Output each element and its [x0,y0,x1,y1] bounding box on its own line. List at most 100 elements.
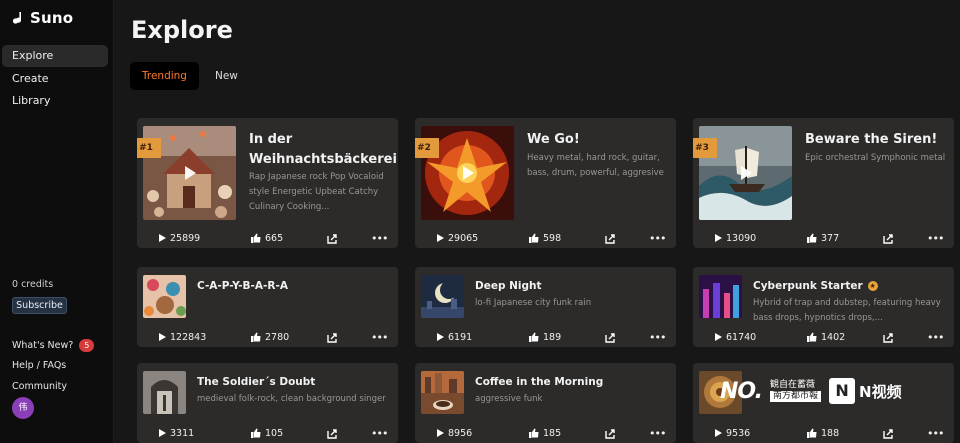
sidebar-item-library[interactable]: Library [2,90,108,112]
song-card[interactable]: #3 Beware the Siren! Epic orchestral Sym… [693,118,954,248]
more-button[interactable]: ••• [649,228,666,248]
tab-trending[interactable]: Trending [130,62,199,90]
share-button[interactable] [883,423,894,443]
like-count[interactable]: 1402 [807,327,845,347]
like-count[interactable]: 105 [251,423,283,443]
share-button[interactable] [605,327,616,347]
song-stats: 25899 665 ••• [137,228,398,248]
sidebar-footer: What's New? 5 Help / FAQs Community [12,335,95,397]
song-cover[interactable] [421,275,464,318]
whats-new-link[interactable]: What's New? 5 [12,335,95,356]
song-cover[interactable] [421,371,464,414]
more-button[interactable]: ••• [927,327,944,347]
song-title[interactable]: The Soldier´s Doubt [197,376,392,388]
avatar[interactable]: 伟 [12,397,34,419]
play-icon [462,166,474,180]
like-count[interactable]: 2780 [251,327,289,347]
song-stats: 8956 185 ••• [415,423,676,443]
play-count-value: 13090 [726,232,757,244]
like-count[interactable]: 185 [529,423,561,443]
help-faqs-label: Help / FAQs [12,360,67,372]
share-button[interactable] [327,327,338,347]
song-title[interactable]: In der Weihnachtsbäckerei [249,130,397,170]
more-button[interactable]: ••• [371,423,388,443]
play-count[interactable]: 9536 [715,423,750,443]
play-icon [715,429,722,437]
more-icon: ••• [649,330,666,344]
tab-new[interactable]: New [203,62,250,90]
more-icon: ••• [927,231,944,245]
song-card[interactable]: C-A-P-Y-B-A-R-A 122843 2780 ••• [137,267,398,347]
play-count[interactable]: 3311 [159,423,194,443]
play-icon [715,234,722,242]
play-count[interactable]: 29065 [437,228,478,248]
share-icon [883,332,893,343]
like-count-value: 188 [821,427,840,439]
rank-badge: #3 [693,138,717,158]
share-button[interactable] [327,228,338,248]
song-cover[interactable] [143,371,186,414]
share-button[interactable] [883,327,894,347]
play-count[interactable]: 8956 [437,423,472,443]
play-count[interactable]: 6191 [437,327,472,347]
suno-logo[interactable]: Suno [12,9,73,27]
more-button[interactable]: ••• [927,423,944,443]
play-icon [184,166,196,180]
app-name: Suno [30,9,74,27]
help-faqs-link[interactable]: Help / FAQs [12,356,94,377]
song-title[interactable]: Beware the Siren! [805,130,950,150]
play-count[interactable]: 122843 [159,327,206,347]
song-card[interactable]: #1 In der Weihnachtsbäckerei Rap Japanes… [137,118,398,248]
more-button[interactable]: ••• [371,327,388,347]
song-card[interactable]: The Soldier´s Doubt medieval folk-rock, … [137,363,398,443]
share-button[interactable] [605,228,616,248]
share-button[interactable] [605,423,616,443]
rank-badge: #2 [415,138,439,158]
more-button[interactable]: ••• [649,327,666,347]
like-count[interactable]: 598 [529,228,561,248]
explore-tabs: Trending New [130,62,250,90]
song-title[interactable]: Coffee in the Morning [475,376,670,388]
community-link[interactable]: Community [12,376,94,397]
song-stats: 61740 1402 ••• [693,327,954,347]
share-icon [883,233,893,244]
subscribe-button[interactable]: Subscribe [12,297,67,314]
song-title[interactable]: We Go! [527,130,672,150]
share-button[interactable] [327,423,338,443]
more-icon: ••• [649,231,666,245]
song-description: Heavy metal, hard rock, guitar, bass, dr… [527,153,664,178]
rank-badge: #1 [137,138,161,158]
song-description: Rap Japanese rock Pop Vocaloid style Ene… [249,172,384,212]
like-count-value: 598 [543,232,562,244]
sidebar-item-create[interactable]: Create [2,68,108,90]
song-title[interactable]: Deep Night [475,280,670,292]
sidebar-item-explore[interactable]: Explore [2,45,108,67]
song-title-text: Cyberpunk Starter [753,280,863,292]
song-card[interactable]: Cyberpunk Starter ★ Hybrid of trap and du… [693,267,954,347]
like-count[interactable]: 188 [807,423,839,443]
song-cover[interactable] [143,275,186,318]
play-count-value: 61740 [726,331,757,343]
like-count[interactable]: 189 [529,327,561,347]
play-count[interactable]: 25899 [159,228,200,248]
play-count-value: 29065 [448,232,479,244]
share-button[interactable] [883,228,894,248]
thumbs-up-icon [251,332,261,342]
more-button[interactable]: ••• [649,423,666,443]
song-card[interactable]: Coffee in the Morning aggressive funk 89… [415,363,676,443]
song-title[interactable]: C-A-P-Y-B-A-R-A [197,280,392,292]
song-cover[interactable] [699,275,742,318]
like-count[interactable]: 377 [807,228,839,248]
song-title[interactable]: Cyberpunk Starter ★ [753,280,948,292]
more-button[interactable]: ••• [927,228,944,248]
play-count[interactable]: 13090 [715,228,756,248]
thumbs-up-icon [807,233,817,243]
play-count[interactable]: 61740 [715,327,756,347]
like-count[interactable]: 665 [251,228,283,248]
more-button[interactable]: ••• [371,228,388,248]
song-card[interactable]: Deep Night lo-fi Japanese city funk rain… [415,267,676,347]
song-card[interactable]: #2 We Go! Heavy metal, hard rock, guitar… [415,118,676,248]
play-count-value: 9536 [726,427,751,439]
like-count-value: 2780 [265,331,290,343]
watermark-logo-b: 観自在蓄薇 南方都市報 [770,380,822,402]
